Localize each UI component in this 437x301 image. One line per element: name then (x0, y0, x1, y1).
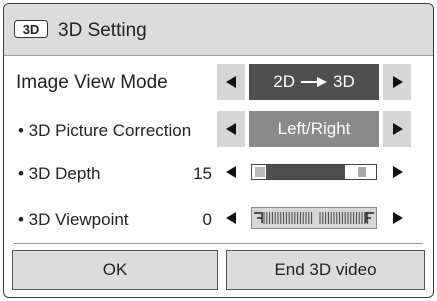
3d-setting-dialog: 3D 3D Setting Image View Mode 2D 3D • 3D … (3, 3, 434, 298)
svg-text:3D: 3D (23, 22, 40, 37)
image-view-mode-to: 3D (333, 72, 355, 91)
viewpoint-row: • 3D Viewpoint 0 (4, 200, 433, 236)
picture-correction-right-arrow[interactable] (383, 111, 411, 147)
depth-left-arrow[interactable] (217, 154, 245, 190)
depth-label: • 3D Depth (18, 164, 101, 183)
right-arrow-icon (392, 166, 403, 178)
end-3d-video-button[interactable]: End 3D video (226, 250, 425, 290)
left-arrow-icon (225, 166, 236, 178)
depth-row: • 3D Depth 15 (4, 154, 433, 190)
picture-correction-left-arrow[interactable] (217, 111, 245, 147)
left-arrow-icon (225, 123, 236, 135)
right-arrow-icon (392, 212, 403, 224)
viewpoint-left-arrow[interactable] (217, 200, 245, 236)
image-view-mode-text: 2D 3D (273, 72, 354, 92)
depth-slider-start (255, 167, 265, 177)
picture-correction-label: • 3D Picture Correction (18, 121, 192, 140)
ok-button[interactable]: OK (12, 250, 218, 290)
viewpoint-right-arrow[interactable] (383, 200, 411, 236)
image-view-mode-label: Image View Mode (16, 72, 168, 93)
depth-right-arrow[interactable] (383, 154, 411, 190)
left-arrow-icon (225, 76, 236, 88)
image-view-mode-left-arrow[interactable] (217, 64, 245, 100)
viewpoint-bracket (254, 212, 263, 223)
right-arrow-icon (392, 76, 403, 88)
viewpoint-slider[interactable] (251, 207, 377, 229)
separator (14, 243, 423, 244)
picture-correction-value[interactable]: Left/Right (249, 111, 379, 147)
3d-icon: 3D (14, 20, 48, 38)
picture-correction-row: • 3D Picture Correction Left/Right (4, 111, 433, 147)
depth-slider[interactable] (251, 164, 377, 180)
depth-slider-fill (266, 165, 345, 179)
image-view-mode-from: 2D (273, 72, 295, 91)
depth-value: 15 (193, 164, 212, 183)
image-view-mode-row: Image View Mode 2D 3D (4, 64, 433, 100)
image-view-mode-value[interactable]: 2D 3D (249, 64, 379, 100)
viewpoint-ruler-icon (254, 210, 374, 226)
viewpoint-label: • 3D Viewpoint (18, 210, 129, 229)
viewpoint-value: 0 (202, 210, 212, 229)
image-view-mode-right-arrow[interactable] (383, 64, 411, 100)
left-arrow-icon (225, 212, 236, 224)
dialog-title: 3D Setting (58, 20, 147, 41)
viewpoint-thumb (313, 210, 319, 226)
right-long-arrow-icon (301, 77, 327, 87)
right-arrow-icon (392, 123, 403, 135)
title-bar: 3D 3D Setting (4, 4, 433, 56)
depth-slider-end (358, 167, 366, 177)
